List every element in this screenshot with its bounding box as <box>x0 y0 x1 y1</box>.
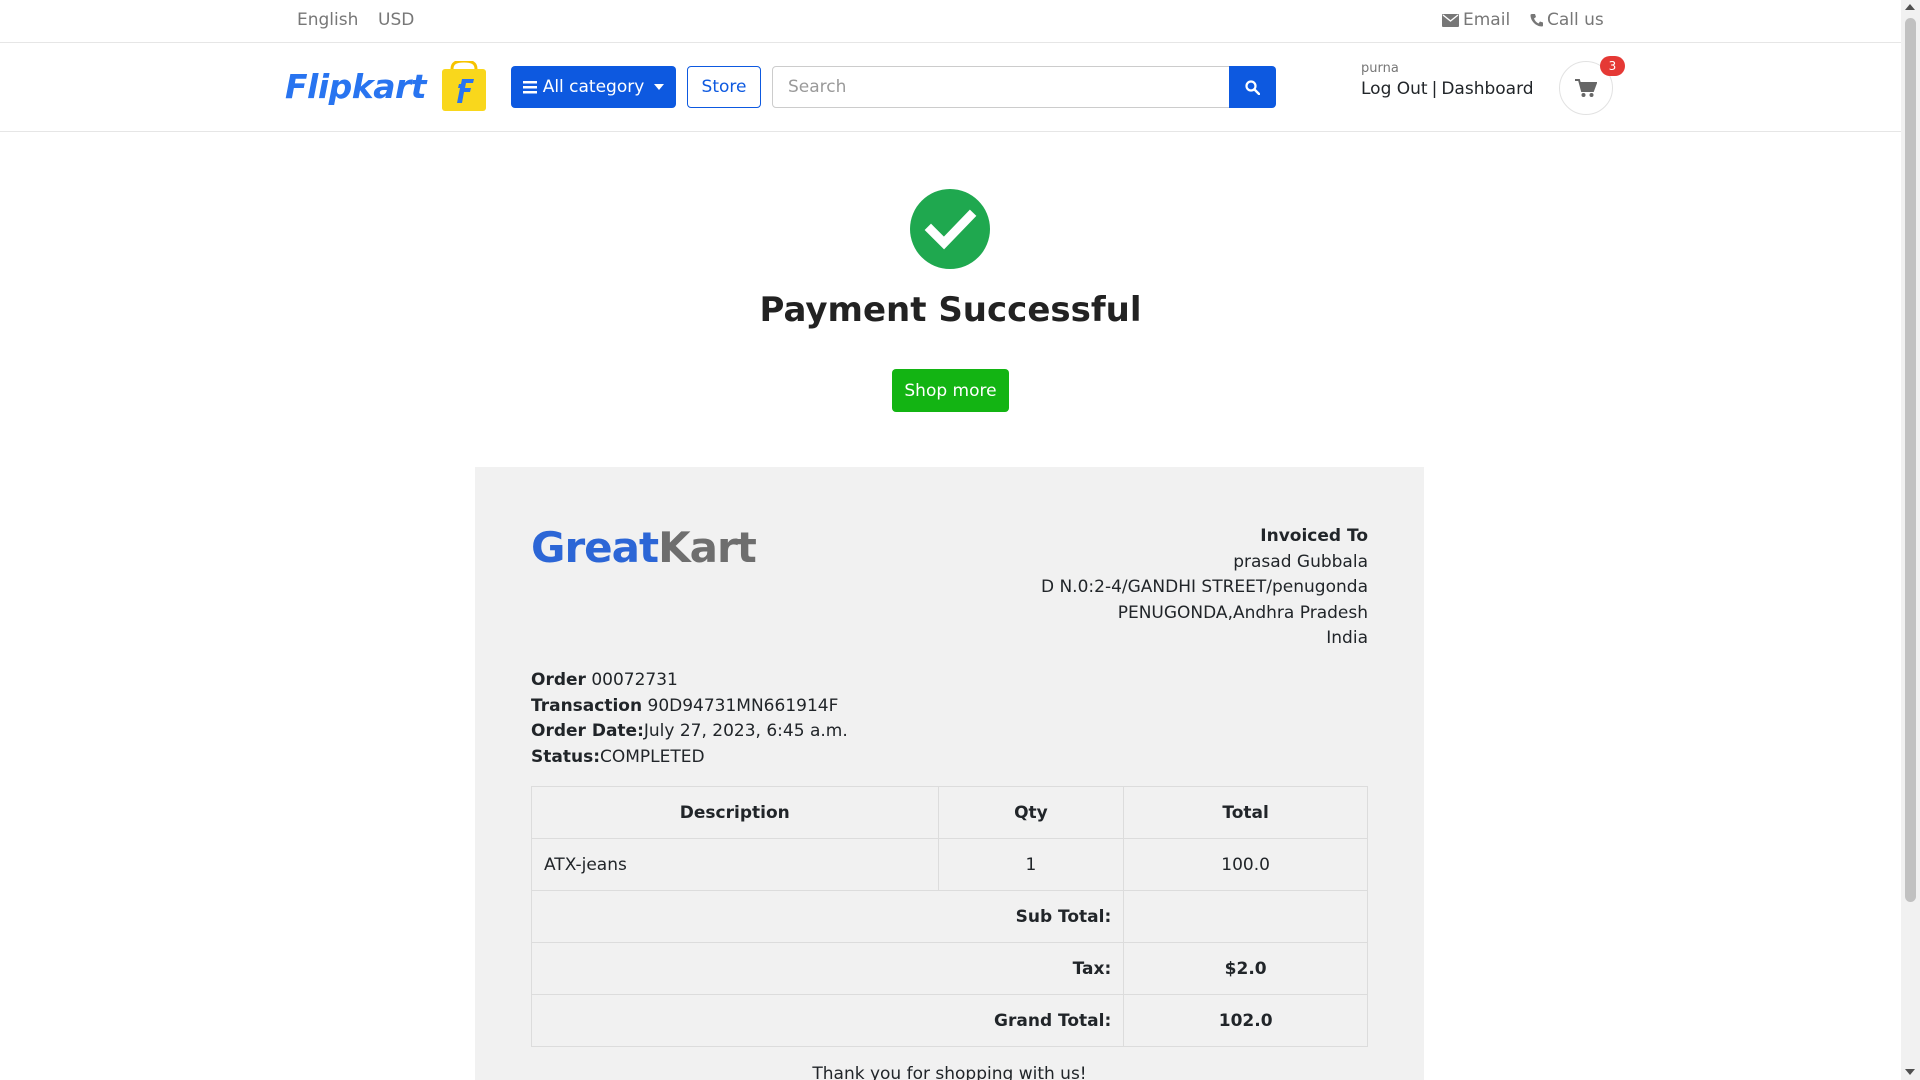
all-category-button[interactable]: All category <box>511 66 676 108</box>
envelope-icon <box>1442 13 1459 27</box>
search-placeholder: Search <box>788 77 847 97</box>
scroll-up-arrow-icon[interactable] <box>1905 4 1915 10</box>
top-strip: English USD Email Call us <box>0 0 1901 43</box>
logo-text: Flipkart <box>285 66 427 106</box>
check-circle-icon <box>910 189 990 269</box>
subtotal-label: Sub Total: <box>530 890 1125 943</box>
transaction-id: 90D94731MN661914F <box>647 695 839 716</box>
invoice-card: GreatKart Invoiced To prasad Gubbala D N… <box>475 467 1424 1080</box>
order-date: July 27, 2023, 6:45 a.m. <box>643 721 848 741</box>
country: India <box>1326 628 1368 648</box>
search-icon <box>1245 79 1260 95</box>
logout-link[interactable]: Log Out <box>1361 79 1428 99</box>
call-us-link[interactable]: Call us <box>1530 10 1604 30</box>
call-us-label: Call us <box>1547 10 1604 30</box>
shopping-cart-icon <box>1575 78 1597 97</box>
item-total: 100.0 <box>1123 838 1368 891</box>
transaction-label: Transaction <box>531 695 643 716</box>
all-category-label: All category <box>542 77 645 97</box>
column-header-total: Total <box>1123 786 1368 839</box>
currency-selector[interactable]: USD <box>378 10 414 30</box>
dashboard-link[interactable]: Dashboard <box>1441 79 1533 99</box>
logo-great: Great <box>531 523 659 572</box>
caret-down-icon <box>654 84 665 90</box>
thank-you-message: Thank you for shopping with us! <box>812 1064 1087 1080</box>
flipkart-logo[interactable]: Flipkart <box>285 61 488 111</box>
column-header-qty: Qty <box>937 786 1125 839</box>
tax-row: Tax: $2.0 <box>530 942 1368 995</box>
order-status: COMPLETED <box>600 746 705 767</box>
site-header: Flipkart All category Store Search purna… <box>0 43 1901 132</box>
cart-count-badge: 3 <box>1600 56 1625 76</box>
column-header-description: Description <box>531 786 939 839</box>
menu-icon <box>522 80 537 93</box>
order-date-label: Order Date: <box>531 721 644 741</box>
search-input[interactable]: Search <box>772 66 1230 108</box>
table-header-row: Description Qty Total <box>531 786 1368 839</box>
scrollbar-thumb[interactable] <box>1905 18 1916 902</box>
scroll-down-arrow-icon[interactable] <box>1905 1069 1915 1075</box>
order-number: 00072731 <box>591 670 678 690</box>
payment-success-title: Payment Successful <box>759 290 1142 330</box>
invoiced-to-heading: Invoiced To <box>1260 526 1368 546</box>
search-button[interactable] <box>1229 66 1276 108</box>
shopping-bag-logo-icon <box>442 61 487 111</box>
shop-more-button[interactable]: Shop more <box>892 369 1009 412</box>
store-button[interactable]: Store <box>687 66 761 108</box>
link-separator: | <box>1431 79 1438 99</box>
phone-icon <box>1530 14 1543 27</box>
grand-total-row: Grand Total: 102.0 <box>530 994 1368 1047</box>
item-description: ATX-jeans <box>531 838 939 891</box>
username: purna <box>1361 61 1399 76</box>
order-date-row: Order Date:July 27, 2023, 6:45 a.m. <box>531 719 848 745</box>
language-selector[interactable]: English <box>297 10 358 30</box>
address-line-2: PENUGONDA,Andhra Pradesh <box>1117 602 1368 623</box>
greatkart-logo: GreatKart <box>531 523 757 572</box>
user-links: Log Out | Dashboard <box>1361 79 1534 99</box>
customer-name: prasad Gubbala <box>1233 551 1368 572</box>
order-meta: Order 00072731 Transaction 90D94731MN661… <box>531 668 848 770</box>
email-label: Email <box>1463 10 1511 30</box>
address-line-1: D N.0:2-4/GANDHI STREET/penugonda <box>1040 577 1368 597</box>
logo-kart: Kart <box>658 523 757 572</box>
invoice-table: Description Qty Total ATX-jeans 1 100.0 … <box>530 786 1368 1047</box>
tax-label: Tax: <box>530 942 1125 995</box>
status-row: Status:COMPLETED <box>531 745 848 771</box>
email-link[interactable]: Email <box>1442 10 1510 30</box>
invoiced-to-block: Invoiced To prasad Gubbala D N.0:2-4/GAN… <box>1041 524 1368 652</box>
user-menu: purna Log Out | Dashboard <box>1361 61 1534 99</box>
status-label: Status: <box>531 746 600 767</box>
subtotal-value <box>1123 890 1368 943</box>
tax-value: $2.0 <box>1123 942 1368 995</box>
item-qty: 1 <box>937 838 1125 891</box>
grand-total-label: Grand Total: <box>530 994 1125 1047</box>
subtotal-row: Sub Total: <box>530 890 1368 943</box>
transaction-row: Transaction 90D94731MN661914F <box>531 694 848 720</box>
grand-total-value: 102.0 <box>1123 994 1368 1047</box>
order-label: Order <box>531 670 586 690</box>
table-row: ATX-jeans 1 100.0 <box>531 838 1368 891</box>
order-row: Order 00072731 <box>531 668 848 694</box>
